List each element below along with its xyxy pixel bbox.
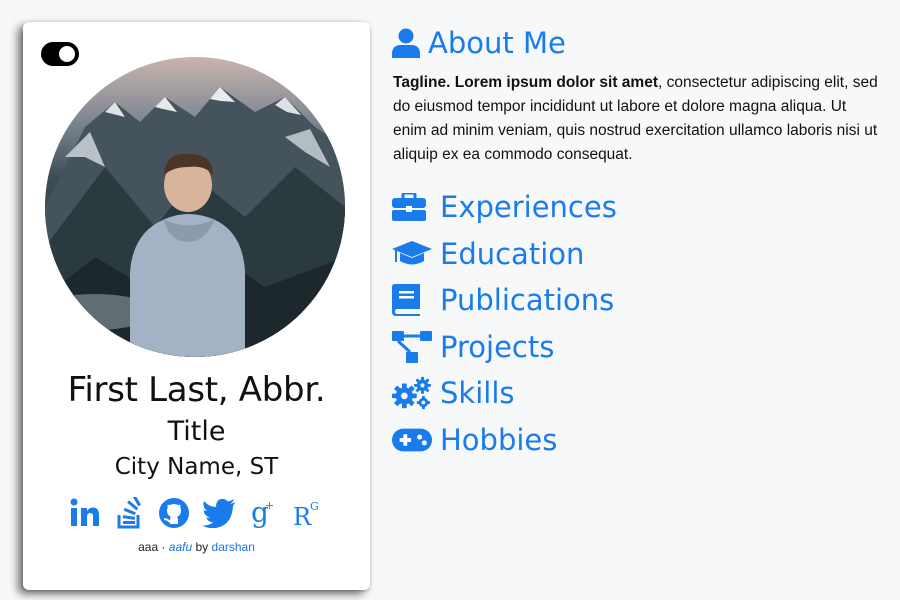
stackoverflow-icon[interactable]: [113, 496, 147, 530]
about-heading[interactable]: About Me: [392, 26, 566, 60]
social-links: g + R G: [68, 496, 325, 530]
google-scholar-icon[interactable]: g +: [246, 496, 280, 530]
svg-text:+: +: [265, 499, 274, 512]
section-hobbies[interactable]: Hobbies: [392, 417, 872, 464]
footer-prefix: aaa ·: [138, 540, 166, 554]
twitter-icon[interactable]: [201, 496, 236, 530]
section-nav: Experiences Education Publications Proje…: [392, 184, 872, 463]
profile-card: First Last, Abbr. Title City Name, ST g …: [23, 22, 370, 590]
section-label: Publications: [440, 283, 615, 318]
github-icon[interactable]: [157, 496, 191, 530]
section-publications[interactable]: Publications: [392, 277, 872, 324]
profile-photo: [45, 57, 345, 357]
researchgate-icon[interactable]: R G: [291, 496, 325, 530]
project-diagram-icon: [392, 330, 432, 364]
briefcase-icon: [392, 190, 432, 224]
mountain-landscape-image: [45, 87, 345, 357]
user-icon: [392, 28, 420, 58]
section-experiences[interactable]: Experiences: [392, 184, 872, 231]
section-education[interactable]: Education: [392, 231, 872, 278]
about-heading-label: About Me: [428, 26, 566, 60]
author-link[interactable]: darshan: [212, 540, 255, 554]
about-tagline: Tagline. Lorem ipsum dolor sit amet: [393, 74, 658, 91]
svg-text:G: G: [310, 500, 319, 513]
profile-location: City Name, ST: [114, 454, 279, 480]
linkedin-icon[interactable]: [68, 496, 102, 530]
section-skills[interactable]: Skills: [392, 370, 872, 417]
section-label: Hobbies: [440, 422, 558, 457]
section-label: Projects: [440, 329, 555, 364]
section-label: Education: [440, 236, 585, 271]
gamepad-icon: [392, 423, 432, 457]
profile-name: First Last, Abbr.: [67, 370, 326, 410]
section-label: Experiences: [440, 190, 617, 225]
theme-link[interactable]: aafu: [169, 540, 192, 554]
section-projects[interactable]: Projects: [392, 324, 872, 371]
footer-by: by: [195, 540, 209, 554]
about-text: Tagline. Lorem ipsum dolor sit amet, con…: [393, 71, 878, 167]
book-icon: [392, 283, 432, 317]
card-footer: aaa · aafu by darshan: [23, 540, 370, 554]
profile-title: Title: [167, 416, 226, 447]
graduation-cap-icon: [392, 237, 432, 271]
gears-icon: [392, 376, 432, 410]
section-label: Skills: [440, 376, 515, 411]
